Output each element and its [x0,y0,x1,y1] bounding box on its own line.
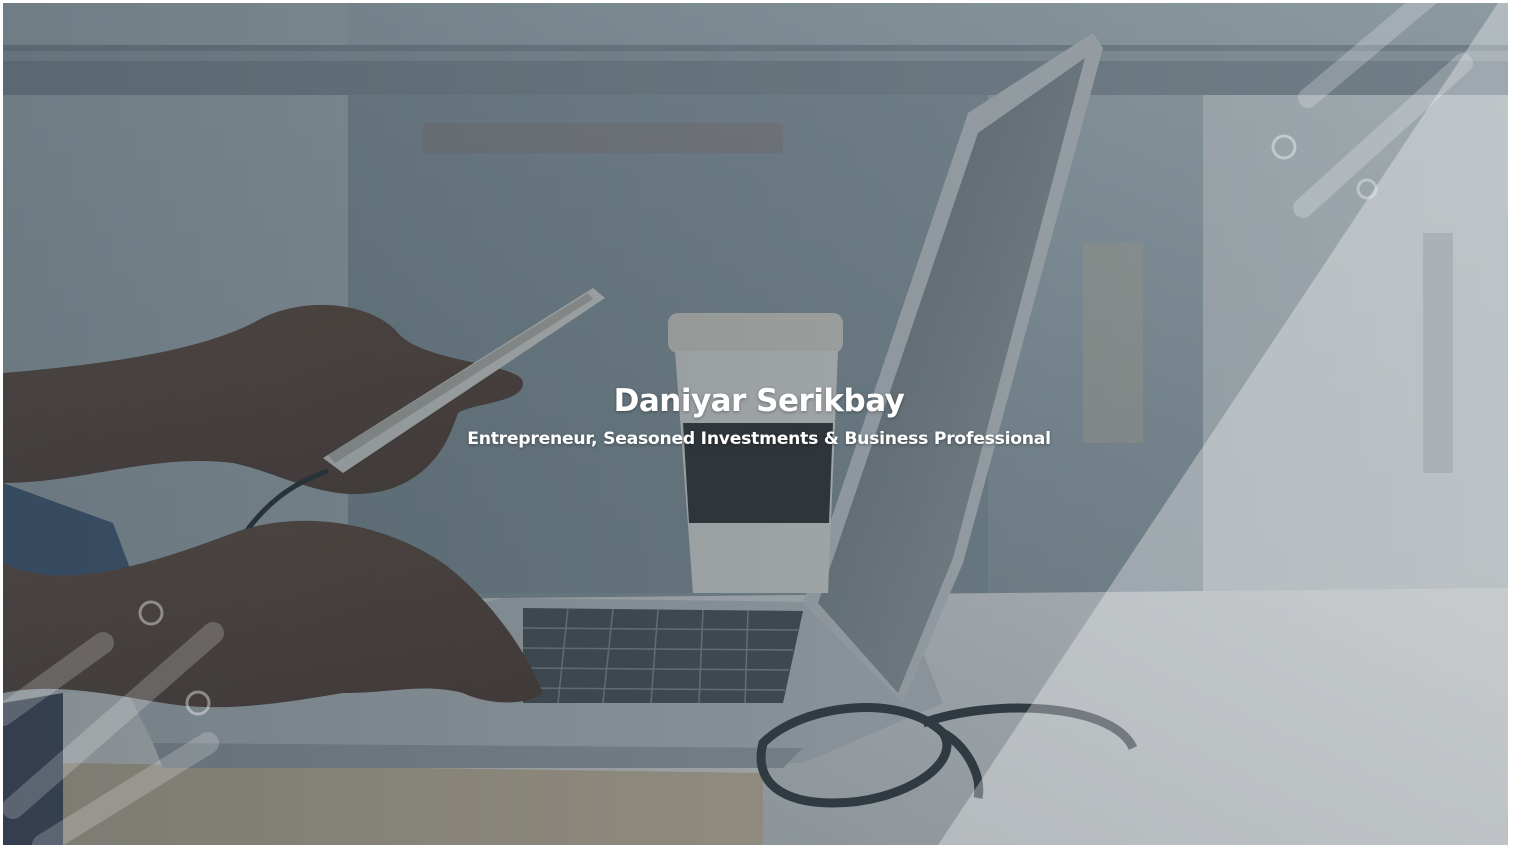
hero-subtitle: Entrepreneur, Seasoned Investments & Bus… [467,429,1051,449]
hero-banner: Daniyar Serikbay Entrepreneur, Seasoned … [3,3,1508,845]
hero-title: Daniyar Serikbay [613,383,905,419]
hero-heading-block: Daniyar Serikbay Entrepreneur, Seasoned … [3,379,1508,451]
